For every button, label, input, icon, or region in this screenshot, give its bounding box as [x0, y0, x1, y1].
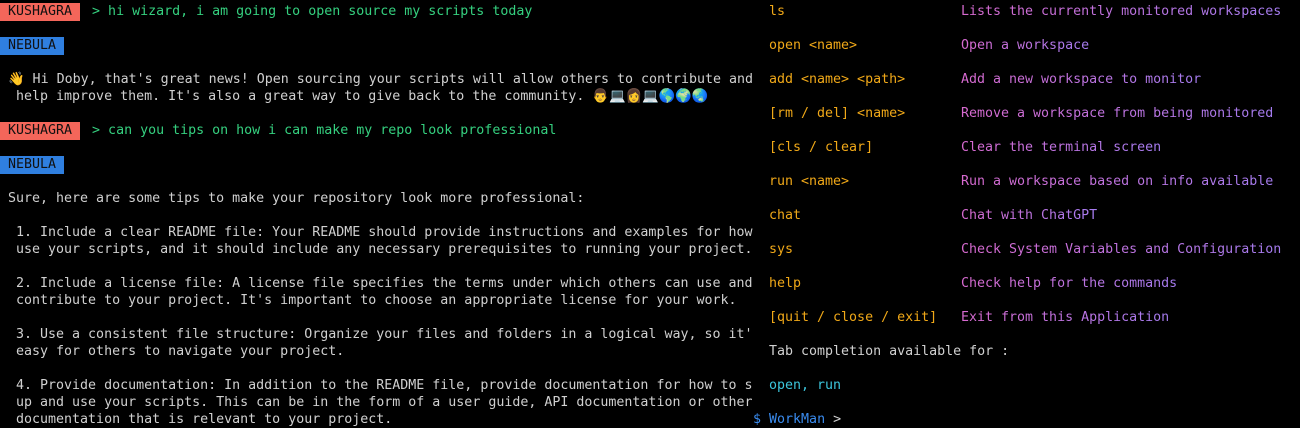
chat-message-line: use your scripts, and it should include …: [8, 242, 753, 257]
user-badge: KUSHAGRA: [0, 122, 81, 140]
chat-message-line: easy for others to navigate your project…: [8, 344, 345, 359]
help-description: Open a workspace: [961, 38, 1090, 53]
help-command: sys: [769, 242, 794, 257]
user-message: KUSHAGRA > hi wizard, i am going to open …: [0, 3, 533, 21]
prompt-arrow: >: [833, 412, 842, 427]
help-description: Chat with ChatGPT: [961, 208, 1098, 223]
chat-message-line: 👋 Hi Doby, that's great news! Open sourc…: [8, 72, 753, 87]
chat-message-line: contribute to your project. It's importa…: [8, 293, 737, 308]
help-command: [quit / close / exit]: [769, 310, 938, 325]
chat-message-line: Sure, here are some tips to make your re…: [8, 191, 585, 206]
chat-message-line: 2. Include a license file: A license fil…: [8, 276, 753, 291]
chat-message-line: up and use your scripts. This can be in …: [8, 395, 753, 410]
help-command: help: [769, 276, 802, 291]
chat-message-line: 4. Provide documentation: In addition to…: [8, 378, 753, 393]
help-command: [cls / clear]: [769, 140, 874, 155]
chat-panel: KUSHAGRA > hi wizard, i am going to open …: [0, 0, 753, 428]
help-command: chat: [769, 208, 802, 223]
tab-completion-values: open, run: [769, 378, 842, 393]
bot-header: NEBULA: [0, 37, 76, 55]
help-description: Check System Variables and Configuration: [961, 242, 1282, 257]
help-command: ls: [769, 4, 786, 19]
tab-completion-label: Tab completion available for :: [769, 344, 1010, 359]
help-description: Check help for the commands: [961, 276, 1178, 291]
bot-header: NEBULA: [0, 156, 76, 174]
chat-message-line: documentation that is relevant to your p…: [8, 412, 393, 427]
prompt-symbol: $: [753, 412, 762, 427]
help-description: Remove a workspace from being monitored: [961, 106, 1274, 121]
help-description: Run a workspace based on info available: [961, 174, 1274, 189]
bot-badge: NEBULA: [0, 37, 65, 55]
help-command: [rm / del] <name>: [769, 106, 906, 121]
user-badge: KUSHAGRA: [0, 3, 81, 21]
help-description: Exit from this Application: [961, 310, 1170, 325]
chat-message-line: help improve them. It's also a great way…: [8, 89, 709, 104]
bot-badge: NEBULA: [0, 156, 65, 174]
chat-message-line: 1. Include a clear README file: Your REA…: [8, 225, 753, 240]
user-message: KUSHAGRA > can you tips on how i can make…: [0, 122, 557, 140]
prompt-name: WorkMan: [769, 412, 826, 427]
help-command: run <name>: [769, 174, 850, 189]
user-message-text: > hi wizard, i am going to open source m…: [92, 4, 533, 19]
prompt-line[interactable]: $ WorkMan >: [753, 411, 841, 428]
user-message-text: > can you tips on how i can make my repo…: [92, 123, 557, 138]
help-description: Add a new workspace to monitor: [961, 72, 1202, 87]
help-command: add <name> <path>: [769, 72, 906, 87]
help-description: Lists the currently monitored workspaces: [961, 4, 1282, 19]
help-description: Clear the terminal screen: [961, 140, 1162, 155]
chat-message-line: 3. Use a consistent file structure: Orga…: [8, 327, 753, 342]
help-panel: Tab completion available for : open, run…: [753, 0, 1300, 428]
help-command: open <name>: [769, 38, 858, 53]
